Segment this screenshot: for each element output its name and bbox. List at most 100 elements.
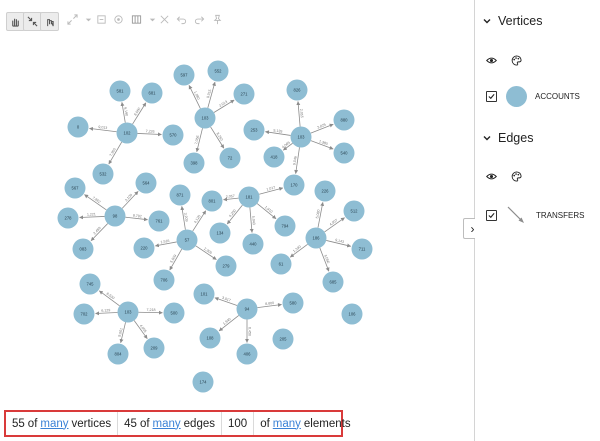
vertex-label: 871 <box>177 193 185 198</box>
vertex-label: 220 <box>141 246 149 251</box>
vertices-section-header[interactable]: Vertices <box>483 14 542 28</box>
vertex[interactable]: 581 <box>109 80 131 102</box>
vertex[interactable]: 106 <box>341 303 363 325</box>
many-elements-link[interactable]: many <box>273 418 301 430</box>
vertex[interactable]: 406 <box>236 343 258 365</box>
accounts-label: ACCOUNTS <box>535 92 580 101</box>
vertex[interactable]: 418 <box>263 146 285 168</box>
accounts-checkbox[interactable] <box>486 91 497 102</box>
vertex[interactable]: 220 <box>133 237 155 259</box>
many-vertices-link[interactable]: many <box>40 418 68 430</box>
vertex-label: 083 <box>80 247 88 252</box>
edges-icon-row <box>486 171 522 182</box>
vertex[interactable]: 540 <box>333 142 355 164</box>
vertex[interactable]: 181 <box>238 186 260 208</box>
vertex[interactable]: 226 <box>314 180 336 202</box>
edge[interactable] <box>95 311 118 316</box>
palette-icon[interactable] <box>511 55 522 66</box>
vertex-label: 564 <box>143 181 151 186</box>
vertex[interactable]: 0 <box>67 116 89 138</box>
edge-label: 2,057 <box>226 194 235 199</box>
vertex-label: 685 <box>330 280 338 285</box>
vertex-label: 406 <box>244 352 252 357</box>
vertex[interactable]: 279 <box>215 255 237 277</box>
vertex[interactable]: 681 <box>141 82 163 104</box>
vertex[interactable]: 552 <box>207 60 229 82</box>
vertex[interactable]: 794 <box>274 215 296 237</box>
vertex[interactable]: 170 <box>283 174 305 196</box>
vertex[interactable]: 580 <box>282 292 304 314</box>
vertex[interactable]: 711 <box>351 238 373 260</box>
vertex[interactable]: 570 <box>162 124 184 146</box>
vertex[interactable]: 61 <box>270 253 292 275</box>
vertex[interactable]: 826 <box>286 79 308 101</box>
edge[interactable] <box>137 132 162 137</box>
many-edges-link[interactable]: many <box>153 418 181 430</box>
vertex-label: 278 <box>65 216 73 221</box>
vertex[interactable]: 72 <box>219 147 241 169</box>
vertex-label: 279 <box>223 264 231 269</box>
elements-count[interactable]: 100 <box>228 418 247 430</box>
vertex-label: 801 <box>209 199 217 204</box>
vertex-label: 706 <box>161 278 169 283</box>
vertex[interactable]: 761 <box>148 210 170 232</box>
vertex-label: 102 <box>124 131 132 136</box>
vertex[interactable]: 871 <box>169 184 191 206</box>
vertex[interactable]: 108 <box>199 327 221 349</box>
vertex[interactable]: 532 <box>92 163 114 185</box>
vertex[interactable]: 685 <box>322 271 344 293</box>
edge-label: 1,221 <box>87 212 96 216</box>
vertex[interactable]: 083 <box>72 238 94 260</box>
eye-icon[interactable] <box>486 171 497 182</box>
vertex[interactable]: 512 <box>343 200 365 222</box>
vertex[interactable]: 880 <box>333 109 355 131</box>
vertex[interactable]: 134 <box>209 222 231 244</box>
vertex[interactable]: 103 <box>194 107 216 129</box>
vertex[interactable]: 597 <box>173 64 195 86</box>
vertex[interactable]: 801 <box>201 190 223 212</box>
transfers-checkbox[interactable] <box>486 209 497 221</box>
palette-icon[interactable] <box>511 171 522 182</box>
vertex[interactable]: 271 <box>233 83 255 105</box>
edge-label: 1,017 <box>266 185 276 191</box>
vertex-label: 174 <box>200 380 208 385</box>
graph-view[interactable]: 6,190 8,0509,0137,2267,9001,080 9,0152,013… <box>0 0 474 400</box>
graph-canvas[interactable]: 6,190 8,050 9,013 7,226 7,900 1,080 9,015 2,013… <box>0 0 474 441</box>
vertex[interactable]: 209 <box>143 337 165 359</box>
vertex-label: 181 <box>246 195 254 200</box>
edge[interactable] <box>79 215 105 220</box>
vertex-label: 253 <box>251 128 259 133</box>
legend-item-transfers: TRANSFERS <box>486 205 584 225</box>
vertex-label: 880 <box>341 118 349 123</box>
vertex[interactable]: 101 <box>193 283 215 305</box>
vertex[interactable]: 745 <box>79 273 101 295</box>
vertex-label: 804 <box>115 352 123 357</box>
edge-label: 7,226 <box>146 129 155 133</box>
vertex[interactable]: 567 <box>64 177 86 199</box>
vertex[interactable]: 398 <box>183 152 205 174</box>
vertex[interactable]: 278 <box>57 207 79 229</box>
elements-word-segment: of many elements <box>253 412 356 435</box>
vertex[interactable]: 98 <box>104 205 126 227</box>
check-icon <box>488 93 495 100</box>
vertex[interactable]: 500 <box>163 302 185 324</box>
edges-section-header[interactable]: Edges <box>483 131 533 145</box>
edge-label: 7,218 <box>147 308 156 312</box>
vertex[interactable]: 702 <box>73 303 95 325</box>
edge[interactable] <box>138 310 163 315</box>
vertex[interactable]: 804 <box>107 343 129 365</box>
vertex[interactable]: 57 <box>176 229 198 251</box>
vertex[interactable]: 186 <box>305 227 327 249</box>
vertex[interactable]: 103 <box>290 126 312 148</box>
vertex[interactable]: 564 <box>135 172 157 194</box>
vertex[interactable]: 706 <box>153 269 175 291</box>
vertex-label: 580 <box>290 301 298 306</box>
vertex[interactable]: 205 <box>272 328 294 350</box>
eye-icon[interactable] <box>486 55 497 66</box>
vertex[interactable]: 253 <box>243 119 265 141</box>
vertex[interactable]: 102 <box>116 122 138 144</box>
vertex[interactable]: 440 <box>242 233 264 255</box>
vertex[interactable]: 94 <box>236 298 258 320</box>
vertex[interactable]: 174 <box>192 371 214 393</box>
vertex[interactable]: 103 <box>117 301 139 323</box>
